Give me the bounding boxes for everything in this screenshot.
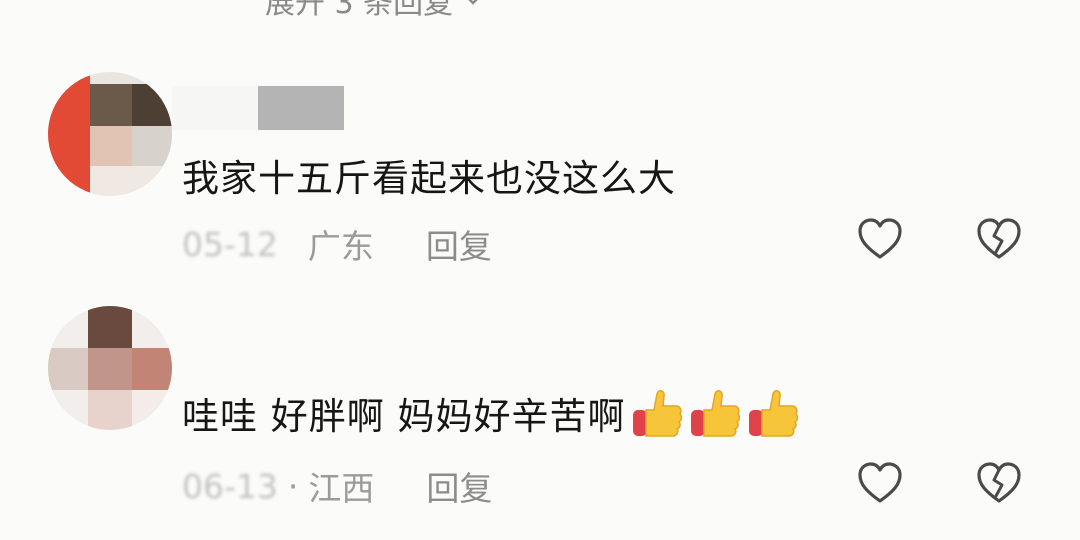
reply-button[interactable]: 回复 — [426, 462, 492, 510]
username-blurred[interactable] — [172, 86, 344, 130]
comment-date: 06-13 — [182, 466, 278, 506]
broken-heart-icon[interactable] — [975, 216, 1023, 262]
comment-region: 广东 — [307, 227, 374, 266]
comment-text: 我家十五斤看起来也没这么大 — [182, 157, 676, 200]
chevron-down-icon — [468, 0, 478, 5]
expand-replies-button[interactable]: 展开 3 条回复 — [265, 0, 483, 22]
avatar[interactable] — [48, 306, 172, 430]
expand-replies-label: 展开 3 条回复 — [265, 0, 454, 21]
reply-button[interactable]: 回复 — [426, 220, 492, 268]
comment-text: 哇哇 好胖啊 妈妈好辛苦啊 — [182, 386, 800, 440]
comment-meta: 05-12 广东 回复 — [182, 220, 492, 268]
comment-text-content: 哇哇 好胖啊 妈妈好辛苦啊 — [182, 395, 626, 438]
comment-region: 江西 — [308, 469, 375, 508]
comment-meta: 06-13 · 江西 回复 — [182, 462, 492, 510]
meta-separator: · — [287, 466, 299, 506]
heart-icon[interactable] — [856, 460, 904, 506]
thumbs-up-emoji — [748, 390, 798, 437]
broken-heart-icon[interactable] — [975, 460, 1023, 506]
thumbs-up-emoji — [690, 390, 740, 437]
comment-date: 05-12 — [182, 224, 278, 264]
heart-icon[interactable] — [856, 216, 904, 262]
thumbs-up-emoji — [632, 390, 682, 437]
avatar[interactable] — [48, 72, 172, 196]
